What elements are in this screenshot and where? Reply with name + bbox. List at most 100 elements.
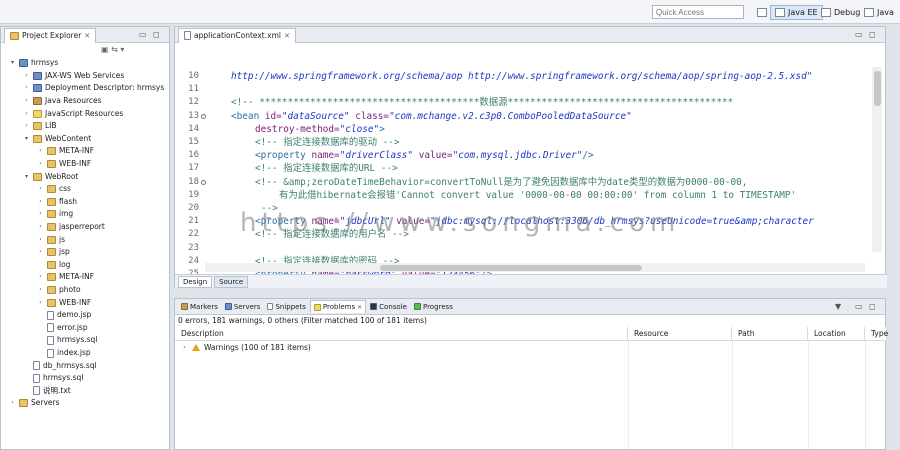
tree-item[interactable]: error.jsp xyxy=(37,322,88,335)
expand-icon[interactable]: › xyxy=(23,120,30,132)
expand-icon[interactable]: › xyxy=(9,397,16,409)
project-explorer-tab[interactable]: Project Explorer ✕ xyxy=(4,27,97,43)
tree-item[interactable]: index.jsp xyxy=(37,347,91,360)
tree-item[interactable]: db_hrmsys.sql xyxy=(23,359,97,372)
open-perspective-button[interactable] xyxy=(752,5,772,20)
expand-icon[interactable]: › xyxy=(37,145,44,157)
editor-vertical-scroll-thumb[interactable] xyxy=(874,71,881,106)
tab-markers[interactable]: Markers xyxy=(178,300,221,313)
maximize-icon[interactable]: ◻ xyxy=(869,302,876,311)
tree-item[interactable]: › WEB-INF xyxy=(37,158,91,171)
expand-icon[interactable]: › xyxy=(23,108,30,120)
expand-icon[interactable]: › xyxy=(37,196,44,208)
expand-icon[interactable]: › xyxy=(37,183,44,195)
expand-icon[interactable]: › xyxy=(37,208,44,220)
tab-snippets[interactable]: Snippets xyxy=(264,300,308,313)
tree-item[interactable]: › js xyxy=(37,233,65,246)
collapse-icon[interactable]: ▾ xyxy=(9,57,16,69)
code-line[interactable]: <property name="driverClass" value="com.… xyxy=(255,150,594,161)
filter-icon[interactable]: ▼ xyxy=(835,302,841,311)
link-with-editor-icon[interactable]: ⇆ xyxy=(111,45,118,54)
editor-tab-applicationcontext[interactable]: applicationContext.xml ✕ xyxy=(178,27,296,43)
tree-item[interactable]: › META-INF xyxy=(37,145,94,158)
expand-icon[interactable]: › xyxy=(37,158,44,170)
tree-item[interactable]: › META-INF xyxy=(37,271,94,284)
folder-icon xyxy=(33,122,42,131)
column-resource[interactable]: Resource xyxy=(628,327,732,341)
tree-item[interactable]: log xyxy=(37,259,70,272)
tab-problems[interactable]: Problems ✕ xyxy=(309,300,367,313)
close-icon[interactable]: ✕ xyxy=(84,32,90,40)
code-line[interactable]: <!-- 指定连接数据库的驱动 --> xyxy=(255,137,400,148)
column-path[interactable]: Path xyxy=(732,327,808,341)
tree-item[interactable]: hrmsys.sql xyxy=(37,334,97,347)
tree-item[interactable]: › photo xyxy=(37,284,81,297)
code-line[interactable]: <bean id="dataSource" class="com.mchange… xyxy=(231,111,632,122)
expand-icon[interactable]: › xyxy=(37,221,44,233)
close-icon[interactable]: ✕ xyxy=(284,32,290,40)
view-menu-icon[interactable]: ▾ xyxy=(120,45,124,54)
fold-toggle-icon[interactable] xyxy=(201,113,206,119)
expand-icon[interactable]: › xyxy=(37,297,44,309)
tree-item[interactable]: › flash xyxy=(37,196,77,209)
quick-access-input[interactable] xyxy=(652,5,744,19)
tree-item[interactable]: ▾ WebRoot xyxy=(23,170,78,183)
tab-progress[interactable]: Progress xyxy=(411,300,456,313)
collapse-icon[interactable]: ▾ xyxy=(23,133,30,145)
tree-item[interactable]: › Servers xyxy=(9,397,60,410)
collapse-icon[interactable]: ▾ xyxy=(23,171,30,183)
tree-item[interactable]: › JavaScript Resources xyxy=(23,107,123,120)
column-location[interactable]: Location xyxy=(808,327,865,341)
code-line[interactable]: <!-- 指定连接数据库的URL --> xyxy=(255,163,398,174)
perspective-debug[interactable]: Debug xyxy=(816,5,865,20)
folder-icon xyxy=(47,223,56,232)
tree-item[interactable]: demo.jsp xyxy=(37,309,91,322)
code-line[interactable]: 有为此借hibernate会报错'Cannot convert value '0… xyxy=(279,190,796,201)
column-description[interactable]: Description xyxy=(175,327,628,341)
tab-console[interactable]: Console xyxy=(367,300,410,313)
close-icon[interactable]: ✕ xyxy=(357,304,362,311)
tree-item[interactable]: 说明.txt xyxy=(23,385,71,398)
tab-label: Problems xyxy=(322,303,356,311)
tree-item[interactable]: › css xyxy=(37,183,71,196)
code-line[interactable]: destroy-method="close"> xyxy=(255,124,385,135)
expand-icon[interactable]: › xyxy=(181,344,188,351)
tree-item[interactable]: › LIB xyxy=(23,120,57,133)
tree-item[interactable]: › img xyxy=(37,208,73,221)
minimize-icon[interactable]: ▭ xyxy=(139,30,147,39)
code-line[interactable]: <!-- ***********************************… xyxy=(231,97,733,108)
code-line[interactable]: http://www.springframework.org/schema/ao… xyxy=(231,71,812,82)
tree-item[interactable]: › WEB-INF xyxy=(37,296,91,309)
expand-icon[interactable]: › xyxy=(23,82,30,94)
expand-icon[interactable]: › xyxy=(37,284,44,296)
tree-item[interactable]: › Deployment Descriptor: hrmsys xyxy=(23,82,164,95)
tab-source[interactable]: Source xyxy=(214,275,249,288)
tree-item[interactable]: › JAX-WS Web Services xyxy=(23,70,124,83)
maximize-icon[interactable]: ◻ xyxy=(153,30,160,39)
perspective-java[interactable]: Java xyxy=(859,5,899,20)
tree-item[interactable]: › jsp xyxy=(37,246,70,259)
expand-icon[interactable]: › xyxy=(37,234,44,246)
minimize-icon[interactable]: ▭ xyxy=(855,30,863,39)
minimize-icon[interactable]: ▭ xyxy=(855,302,863,311)
tree-item[interactable]: › Java Resources xyxy=(23,95,102,108)
collapse-all-icon[interactable]: ▣ xyxy=(101,45,109,54)
perspective-java-ee[interactable]: Java EE xyxy=(770,5,823,20)
column-type[interactable]: Type xyxy=(865,327,888,341)
tab-servers[interactable]: Servers xyxy=(222,300,264,313)
tree-item[interactable]: › jasperreport xyxy=(37,221,105,234)
tab-design[interactable]: Design xyxy=(178,275,213,288)
maximize-icon[interactable]: ◻ xyxy=(869,30,876,39)
tree-item[interactable]: hrmsys.sql xyxy=(23,372,83,385)
fold-toggle-icon[interactable] xyxy=(201,179,206,185)
expand-icon[interactable]: › xyxy=(23,70,30,82)
expand-icon[interactable]: › xyxy=(37,246,44,258)
expand-icon[interactable]: › xyxy=(23,95,30,107)
table-row[interactable]: › Warnings (100 of 181 items) xyxy=(181,343,311,352)
line-number: 23 xyxy=(188,242,199,253)
tree-item[interactable]: ▾ WebContent xyxy=(23,133,91,146)
code-line[interactable]: <!-- &amp;zeroDateTimeBehavior=convertTo… xyxy=(255,177,747,188)
tree-item[interactable]: ▾ hrmsys xyxy=(9,57,58,70)
expand-icon[interactable]: › xyxy=(37,271,44,283)
editor-horizontal-scroll-thumb[interactable] xyxy=(380,265,642,271)
